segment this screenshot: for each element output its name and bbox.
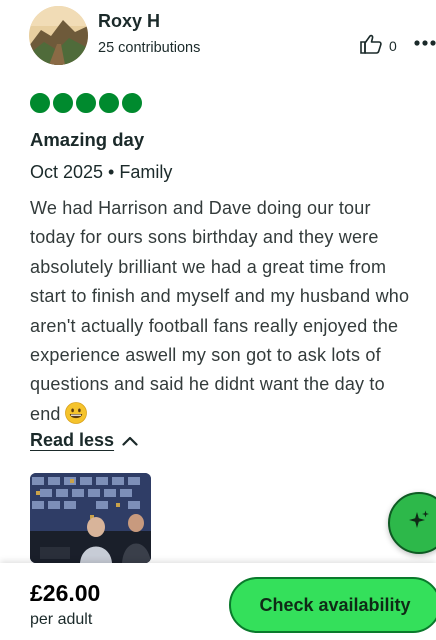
thumbs-up-icon bbox=[360, 34, 382, 57]
price: £26.00 bbox=[30, 580, 101, 606]
avatar[interactable] bbox=[29, 6, 88, 65]
grinning-face-emoji bbox=[64, 401, 87, 424]
rating-bubble bbox=[122, 93, 142, 113]
reviewer-name[interactable]: Roxy H bbox=[98, 11, 160, 32]
review-title: Amazing day bbox=[30, 129, 145, 150]
helpful-vote-button[interactable]: 0 bbox=[360, 34, 397, 57]
read-less-label: Read less bbox=[30, 430, 115, 450]
contribution-count: 25 contributions bbox=[98, 40, 201, 56]
more-dots-icon[interactable] bbox=[414, 36, 436, 50]
bubble-rating bbox=[30, 93, 142, 113]
helpful-count: 0 bbox=[389, 37, 397, 54]
check-availability-button[interactable]: Check availability bbox=[229, 577, 436, 633]
review-date-type: Oct 2025 • Family bbox=[30, 162, 173, 182]
rating-bubble bbox=[76, 93, 96, 113]
rating-bubble bbox=[99, 93, 119, 113]
ai-assistant-button[interactable] bbox=[388, 492, 436, 554]
chevron-up-icon bbox=[122, 430, 138, 451]
review-text: We had Harrison and Dave doing our tour … bbox=[30, 194, 436, 429]
review-photo[interactable] bbox=[30, 473, 151, 563]
price-unit: per adult bbox=[30, 611, 93, 628]
sparkle-icon bbox=[406, 508, 432, 539]
read-less-link[interactable]: Read less bbox=[30, 430, 138, 451]
rating-bubble bbox=[53, 93, 73, 113]
review-body-text: We had Harrison and Dave doing our tour … bbox=[30, 198, 410, 424]
rating-bubble bbox=[30, 93, 50, 113]
